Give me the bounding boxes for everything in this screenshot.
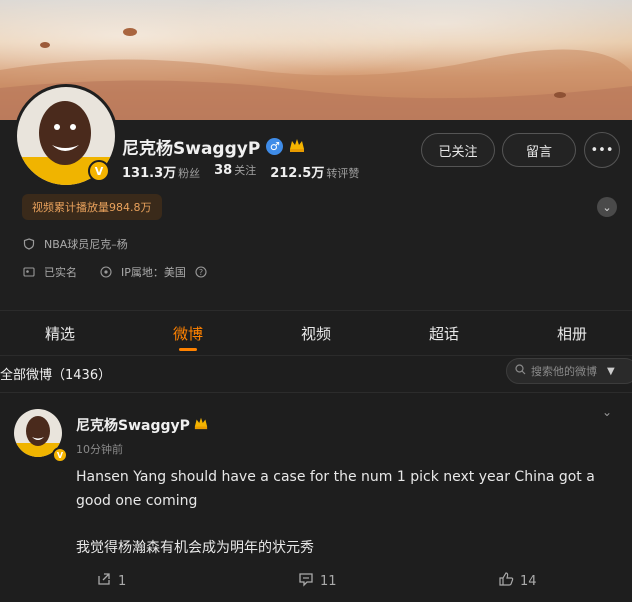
bio-text: NBA球员尼克–杨 — [44, 238, 128, 251]
post-text-en: Hansen Yang should have a case for the n… — [76, 465, 616, 513]
followers-stat[interactable]: 131.3万 粉丝 — [122, 162, 200, 181]
following-stat[interactable]: 38 关注 — [214, 162, 256, 181]
post-text-cn: 我觉得杨瀚森有机会成为明年的状元秀 — [76, 540, 314, 556]
interactions-stat: 212.5万 转评赞 — [270, 166, 360, 181]
search-input[interactable]: 搜索他的微博 ▼ — [506, 358, 632, 384]
chevron-down-icon[interactable]: ⌄ — [597, 197, 617, 217]
profile-name: 尼克杨SwaggyP — [122, 139, 261, 159]
more-options-button[interactable]: ••• — [584, 132, 620, 168]
message-button[interactable]: 留言 — [502, 133, 576, 167]
repost-count: 1 — [118, 573, 127, 589]
id-card-icon — [22, 265, 36, 279]
shield-icon — [22, 237, 36, 251]
bio-row: NBA球员尼克–杨 — [22, 236, 128, 252]
post-author-name[interactable]: 尼克杨SwaggyP — [76, 415, 190, 435]
all-posts-label[interactable]: 全部微博（1436） — [0, 364, 111, 383]
verified-badge-icon: V — [88, 160, 110, 182]
comment-count: 11 — [320, 573, 337, 589]
comment-button[interactable]: 11 — [298, 571, 337, 591]
search-icon — [515, 364, 526, 378]
active-tab-indicator — [179, 348, 197, 351]
post-card: V 尼克杨SwaggyP 10分钟前 ⌄ Hansen Yang should … — [0, 392, 632, 602]
repost-icon — [96, 571, 112, 591]
post-timestamp[interactable]: 10分钟前 — [76, 441, 123, 457]
post-verified-badge-icon: V — [52, 447, 68, 463]
post-text-en-line2: good one coming — [76, 493, 198, 509]
crown-icon — [289, 137, 305, 157]
male-icon: ♂ — [266, 138, 284, 155]
post-menu-chevron-icon[interactable]: ⌄ — [602, 405, 612, 419]
tab-weibo-label: 微博 — [172, 324, 203, 343]
following-button[interactable]: 已关注 — [421, 133, 495, 167]
like-count: 14 — [520, 573, 537, 589]
post-text-en-line1: Hansen Yang should have a case for the n… — [76, 469, 595, 485]
post-crown-icon — [194, 416, 208, 434]
post-author-row: 尼克杨SwaggyP — [76, 415, 208, 435]
location-icon — [99, 265, 113, 279]
profile-name-row: 尼克杨SwaggyP ♂ — [122, 134, 305, 159]
meta-row: 已实名 IP属地：美国 ? — [22, 264, 208, 280]
profile-tabs: 精选 微博 视频 超话 相册 — [0, 310, 632, 356]
search-placeholder: 搜索他的微博 — [531, 365, 597, 378]
tab-weibo[interactable]: 微博 — [143, 311, 233, 355]
profile-stats: 131.3万 粉丝 38 关注 212.5万 转评赞 — [122, 162, 359, 181]
real-name-label: 已实名 — [44, 266, 77, 279]
comment-icon — [298, 571, 314, 591]
tab-featured[interactable]: 精选 — [15, 311, 105, 355]
like-button[interactable]: 14 — [498, 571, 537, 591]
tab-videos[interactable]: 视频 — [271, 311, 361, 355]
thumbs-up-icon — [498, 571, 514, 591]
video-views-pill: 视频累计播放量984.8万 — [22, 194, 162, 220]
tab-super-topics[interactable]: 超话 — [399, 311, 489, 355]
posts-filter-row: 全部微博（1436） 搜索他的微博 ▼ — [0, 356, 632, 392]
repost-button[interactable]: 1 — [96, 571, 126, 591]
caret-down-icon[interactable]: ▼ — [607, 366, 615, 377]
ip-location-label: IP属地：美国 — [121, 266, 186, 279]
help-icon[interactable]: ? — [194, 265, 208, 279]
svg-text:?: ? — [199, 268, 203, 277]
tab-albums[interactable]: 相册 — [527, 311, 617, 355]
